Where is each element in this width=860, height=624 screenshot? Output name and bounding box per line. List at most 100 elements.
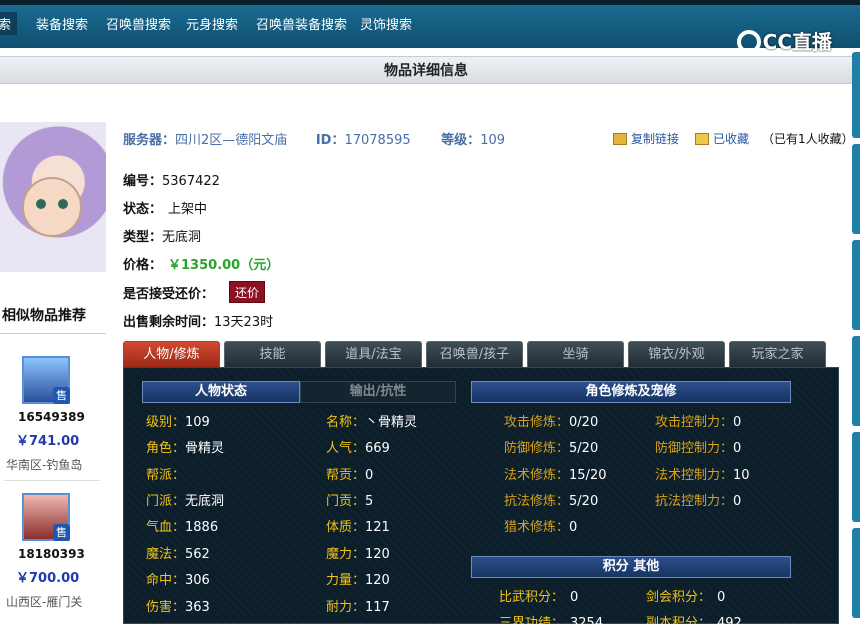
- cult-resist: 抗法修炼：5/20: [504, 490, 598, 509]
- item-type-row: 类型：无底洞: [123, 226, 201, 245]
- stat-name-value: 丶骨精灵: [365, 415, 418, 430]
- stat-endurance: 耐力：117: [326, 596, 390, 615]
- stat-sect-contrib: 门贡：5: [326, 490, 373, 509]
- stat-role: 角色：骨精灵: [146, 437, 224, 456]
- stat-sect: 门派：无底洞: [146, 490, 224, 509]
- tab-pets-children[interactable]: 召唤兽/孩子: [426, 341, 523, 367]
- stat-sect-contrib-key: 门贡：: [326, 494, 366, 509]
- item-price-value: ￥1350.00（元）: [168, 258, 280, 273]
- ctrl-defense-key: 防御控制力：: [655, 441, 734, 456]
- similar-item-1-region: 华南区-钓鱼岛: [6, 458, 83, 472]
- stat-constitution-value: 121: [365, 520, 390, 535]
- avatar-face: [22, 177, 82, 237]
- section-cultivation: 角色修炼及宠修: [471, 381, 791, 403]
- remaining-time-value: 13天23时: [214, 315, 274, 330]
- server-label: 服务器：: [123, 133, 176, 148]
- avatar-eye-right: [58, 199, 68, 209]
- similar-item-2-avatar[interactable]: 售: [22, 493, 70, 541]
- stat-mp: 魔法：562: [146, 543, 210, 562]
- points-dungeon-value: 492: [717, 616, 742, 624]
- bargain-button[interactable]: 还价: [229, 281, 265, 303]
- section-output-resistance[interactable]: 输出/抗性: [300, 381, 456, 403]
- remaining-time-row: 出售剩余时间：13天23时: [123, 311, 273, 330]
- tab-items-treasures[interactable]: 道具/法宝: [325, 341, 422, 367]
- item-number-value: 5367422: [162, 174, 220, 189]
- stat-strength: 力量：120: [326, 569, 390, 588]
- cult-attack: 攻击修炼：0/20: [504, 411, 598, 430]
- ctrl-defense: 防御控制力：0: [655, 437, 741, 456]
- stat-mp-value: 562: [185, 547, 210, 562]
- cult-hunting-key: 猎术修炼：: [504, 520, 570, 535]
- favorite-icon: [695, 133, 709, 145]
- stat-popularity-key: 人气：: [326, 441, 366, 456]
- cult-spell: 法术修炼：15/20: [504, 464, 606, 483]
- nav-pet-search[interactable]: 召唤兽搜索: [106, 14, 171, 33]
- similar-item-2-id[interactable]: 18180393: [18, 547, 85, 561]
- copy-link-button[interactable]: 复制链接: [613, 130, 679, 147]
- stat-damage-key: 伤害：: [146, 600, 186, 615]
- cult-hunting-value: 0: [569, 520, 578, 535]
- stat-guild-contrib-key: 帮贡：: [326, 468, 366, 483]
- points-pvp-key: 比武积分：: [499, 590, 565, 605]
- stat-sect-key: 门派：: [146, 494, 186, 509]
- edge-tab-3[interactable]: [852, 240, 860, 330]
- tab-character-cultivation[interactable]: 人物/修炼: [123, 341, 220, 367]
- points-pvp: 比武积分： 0: [499, 586, 578, 605]
- stat-guild-key: 帮派：: [146, 468, 186, 483]
- ctrl-resist-key: 抗法控制力：: [655, 494, 734, 509]
- stat-guild-contrib-value: 0: [365, 468, 374, 483]
- character-panel: 人物状态 输出/抗性 角色修炼及宠修 积分 其他 级别：109 角色：骨精灵 帮…: [123, 367, 839, 624]
- copy-link-icon: [613, 133, 627, 145]
- stat-hp-value: 1886: [185, 520, 219, 535]
- tab-mounts[interactable]: 坐骑: [527, 341, 624, 367]
- stat-damage-value: 363: [185, 600, 210, 615]
- edge-tab-1[interactable]: [852, 52, 860, 138]
- tab-outfits[interactable]: 锦衣/外观: [628, 341, 725, 367]
- stat-guild: 帮派：: [146, 464, 185, 483]
- stat-hp: 气血：1886: [146, 516, 218, 535]
- stat-magic: 魔力：120: [326, 543, 390, 562]
- similar-divider: [4, 480, 100, 481]
- similar-item-1-avatar[interactable]: 售: [22, 356, 70, 404]
- points-sword: 剑会积分： 0: [646, 586, 725, 605]
- points-dungeon-key: 副本积分：: [646, 616, 712, 624]
- stat-name-key: 名称：: [326, 415, 366, 430]
- nav-pet-equipment-search[interactable]: 召唤兽装备搜索: [256, 14, 347, 33]
- stat-hit: 命中：306: [146, 569, 210, 588]
- item-type-value: 无底洞: [162, 230, 202, 245]
- cc-logo-icon: [736, 30, 761, 54]
- edge-tab-6[interactable]: [852, 528, 860, 618]
- edge-tab-2[interactable]: [852, 144, 860, 234]
- stat-hp-key: 气血：: [146, 520, 186, 535]
- stat-sect-value: 无底洞: [185, 494, 225, 509]
- ctrl-resist: 抗法控制力：0: [655, 490, 741, 509]
- tab-skills[interactable]: 技能: [224, 341, 321, 367]
- tab-player-home[interactable]: 玩家之家: [729, 341, 826, 367]
- stat-guild-contrib: 帮贡：0: [326, 464, 373, 483]
- ctrl-spell: 法术控制力：10: [655, 464, 750, 483]
- level-value: 109: [480, 133, 506, 148]
- nav-accessory-search[interactable]: 灵饰搜索: [360, 14, 412, 33]
- copy-link-label: 复制链接: [631, 132, 680, 146]
- nav-avatar-search[interactable]: 元身搜索: [186, 14, 238, 33]
- item-number-label: 编号：: [123, 174, 163, 189]
- ctrl-spell-key: 法术控制力：: [655, 468, 734, 483]
- edge-tab-4[interactable]: [852, 336, 860, 426]
- section-character-status[interactable]: 人物状态: [142, 381, 300, 403]
- item-status-row: 状态： 上架中: [123, 198, 207, 217]
- edge-tab-5[interactable]: [852, 432, 860, 522]
- points-sword-key: 剑会积分：: [646, 590, 712, 605]
- stat-mp-key: 魔法：: [146, 547, 186, 562]
- item-type-label: 类型：: [123, 230, 163, 245]
- favorite-button[interactable]: 已收藏: [695, 130, 749, 147]
- cult-spell-key: 法术修炼：: [504, 468, 570, 483]
- nav-equipment-search[interactable]: 装备搜索: [36, 14, 88, 33]
- points-merit: 三界功绩： 3254: [499, 612, 603, 624]
- cult-defense: 防御修炼：5/20: [504, 437, 598, 456]
- ctrl-resist-value: 0: [733, 494, 742, 509]
- cc-live-watermark: CC直播: [736, 26, 832, 55]
- ctrl-attack-value: 0: [733, 415, 742, 430]
- nav-search[interactable]: 索: [0, 12, 18, 35]
- similar-item-1-id[interactable]: 16549389: [18, 410, 85, 424]
- stat-name: 名称：丶骨精灵: [326, 411, 417, 430]
